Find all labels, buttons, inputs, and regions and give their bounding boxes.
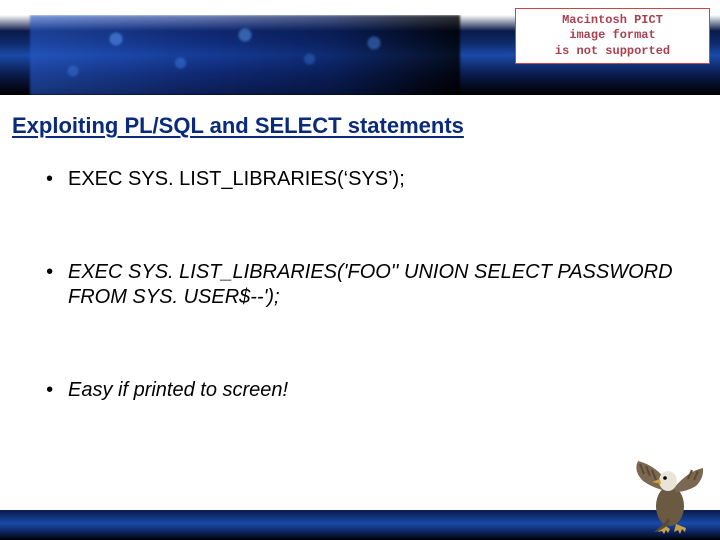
bullet-list: EXEC SYS. LIST_LIBRARIES(‘SYS’); EXEC SY…: [10, 167, 710, 403]
slide-content: Exploiting PL/SQL and SELECT statements …: [0, 95, 720, 403]
binary-texture: [30, 15, 460, 95]
pict-line-3: is not supported: [555, 44, 670, 60]
bullet-text: EXEC SYS. LIST_LIBRARIES('FOO'' UNION SE…: [68, 261, 673, 308]
bullet-text: Easy if printed to screen!: [68, 379, 288, 401]
pict-line-2: image format: [569, 28, 655, 44]
pict-line-1: Macintosh PICT: [562, 13, 663, 29]
slide-title: Exploiting PL/SQL and SELECT statements: [10, 113, 710, 139]
bullet-item: EXEC SYS. LIST_LIBRARIES('FOO'' UNION SE…: [68, 260, 710, 310]
eagle-logo: [608, 446, 708, 534]
bullet-text: EXEC SYS. LIST_LIBRARIES(‘SYS’);: [68, 168, 405, 190]
bullet-item: Easy if printed to screen!: [68, 378, 710, 403]
top-banner: Macintosh PICT image format is not suppo…: [0, 0, 720, 95]
bullet-item: EXEC SYS. LIST_LIBRARIES(‘SYS’);: [68, 167, 710, 192]
pict-unsupported-box: Macintosh PICT image format is not suppo…: [515, 8, 710, 64]
